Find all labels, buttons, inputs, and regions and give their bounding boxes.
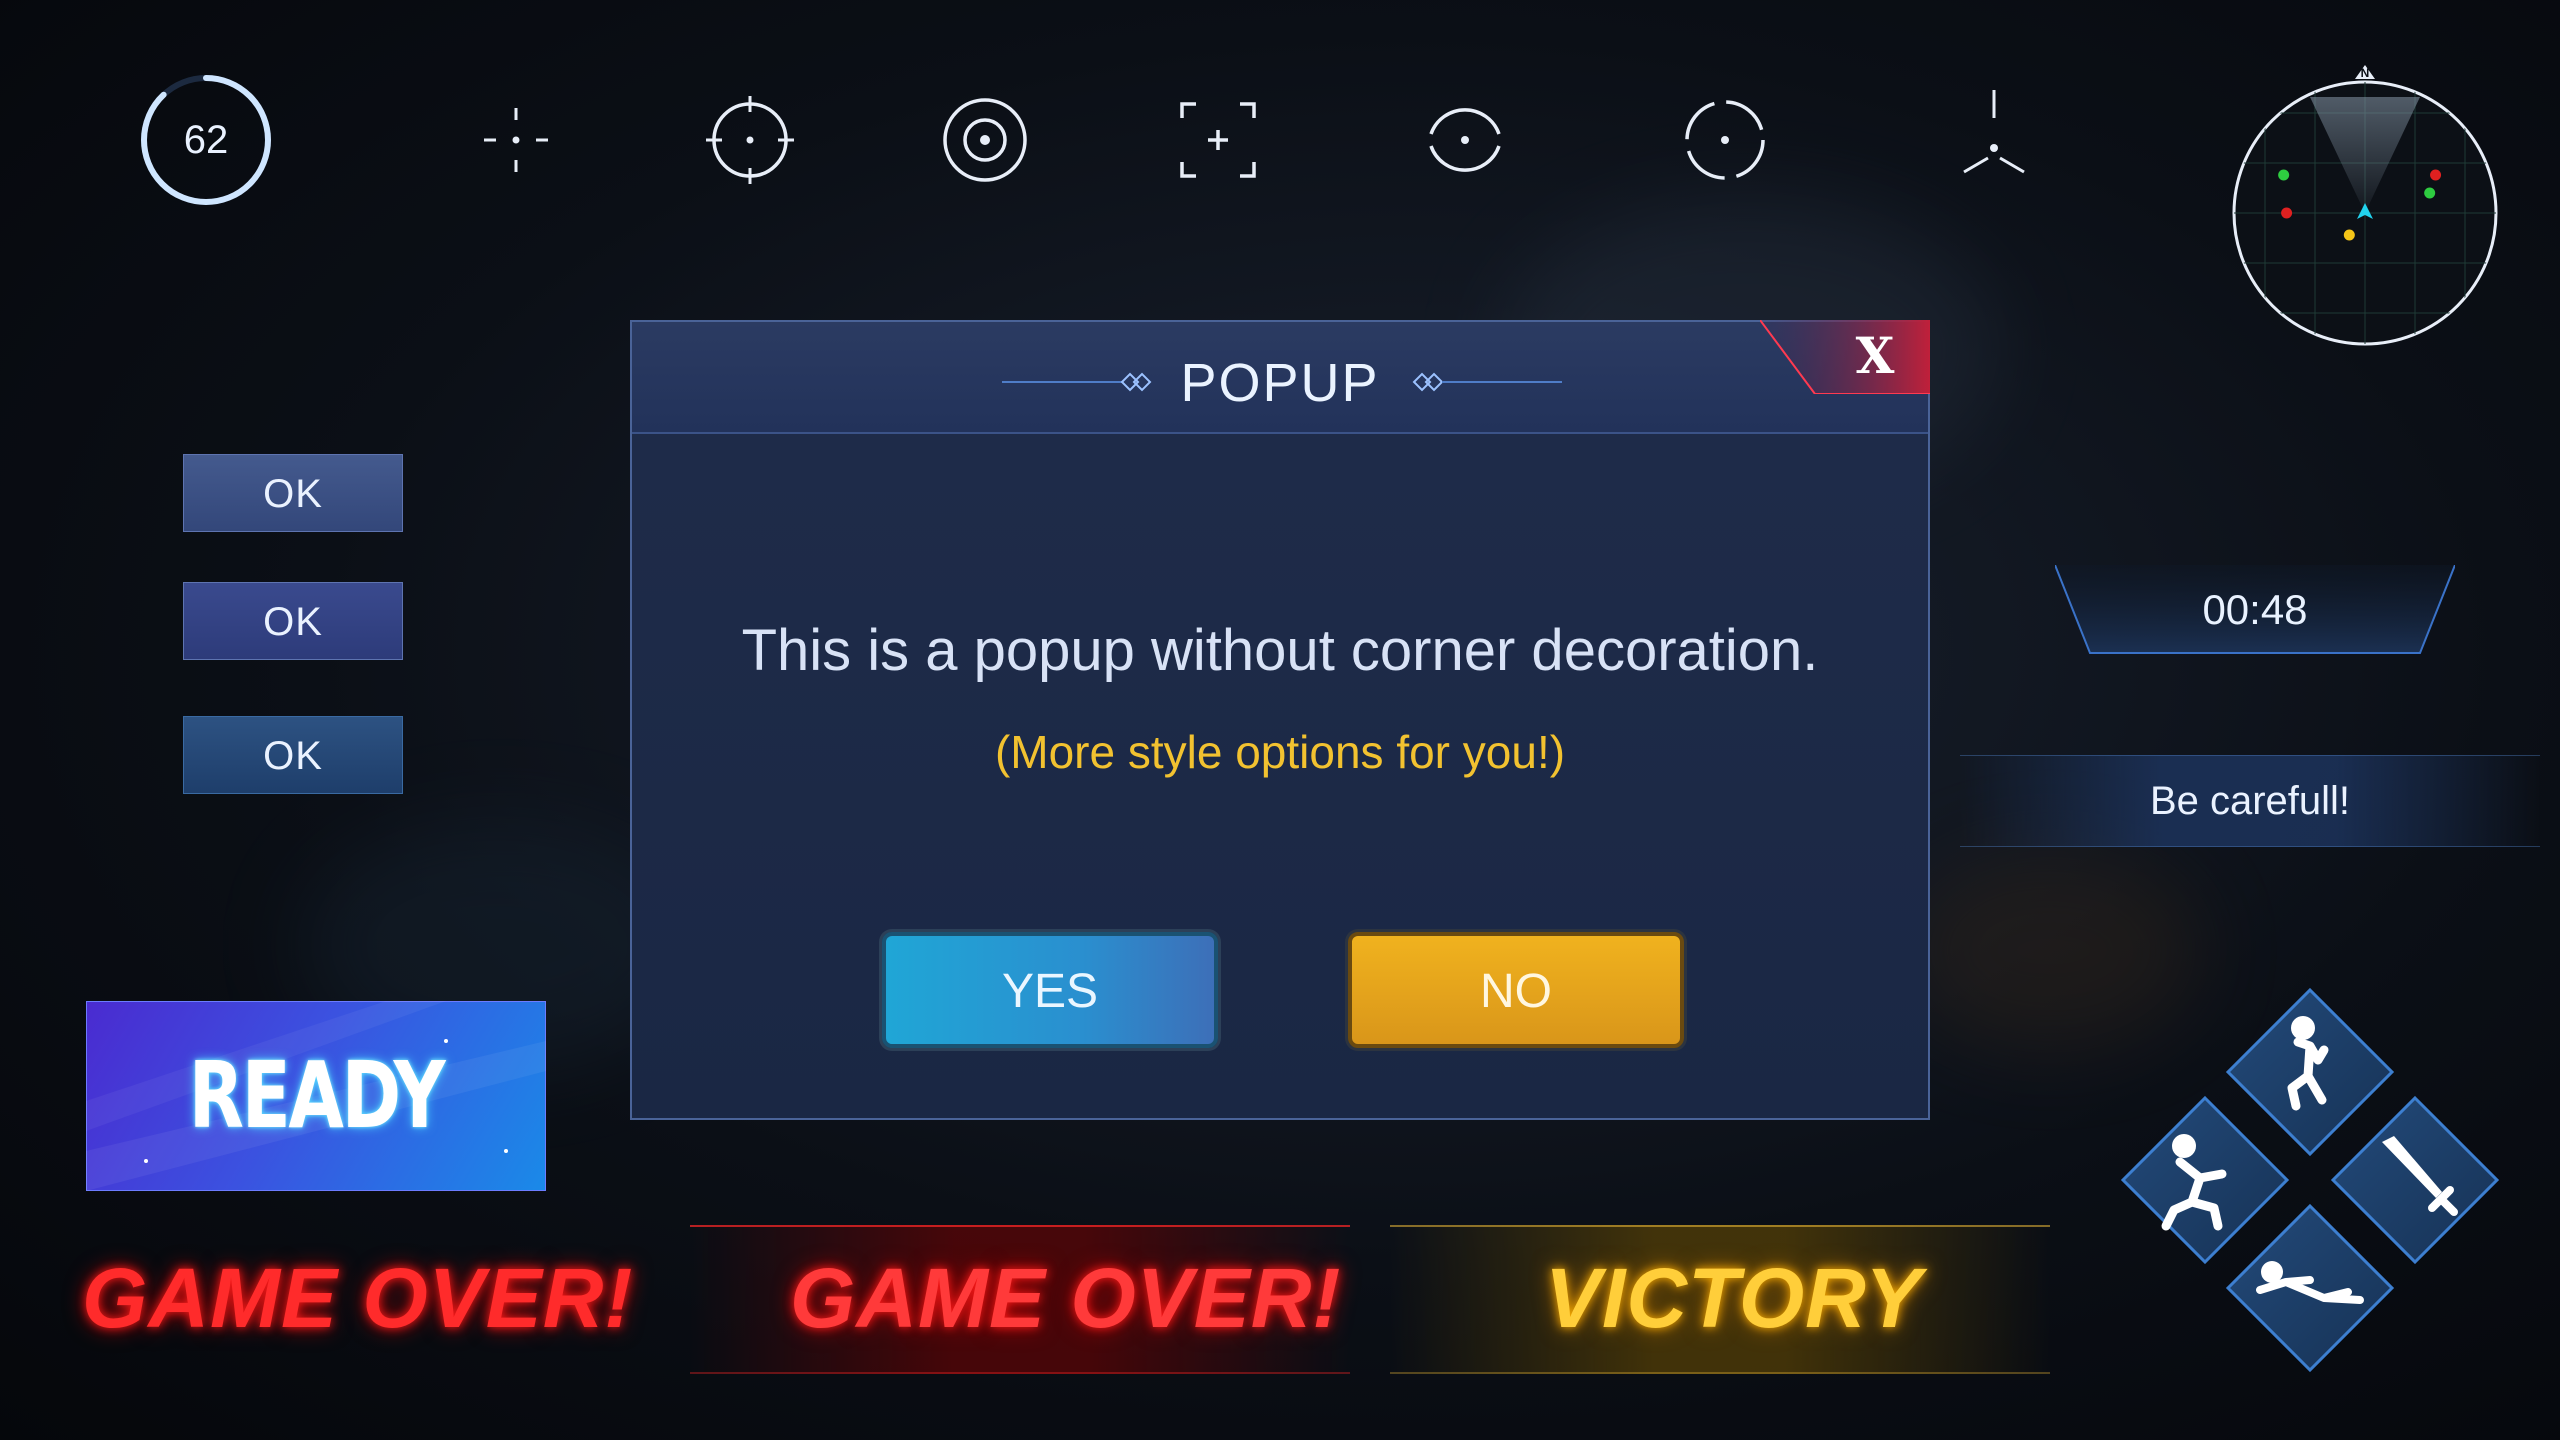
jump-icon[interactable] — [2225, 987, 2395, 1157]
popup-subtext: (More style options for you!) — [994, 726, 1566, 778]
ok-button-3[interactable]: OK — [183, 716, 403, 794]
close-button[interactable]: X — [1760, 320, 1930, 394]
warning-message: Be carefull! — [1960, 755, 2540, 847]
ready-go-banner: READY GO! — [86, 1001, 546, 1191]
ok-button-2[interactable]: OK — [183, 582, 403, 660]
radar-minimap[interactable]: N — [2225, 55, 2505, 355]
crosshair-double-circle-icon[interactable] — [935, 90, 1035, 190]
timer: 00:48 — [2202, 586, 2308, 633]
no-button[interactable]: NO — [1348, 932, 1684, 1048]
ready-go-text: READY GO! — [188, 1042, 446, 1149]
game-over-text-2: GAME OVER! — [790, 1251, 1342, 1345]
yes-button[interactable]: YES — [882, 932, 1218, 1048]
crosshair-bracket-icon[interactable] — [1168, 90, 1268, 190]
popup-dialog: POPUP X This is a popup without corner d… — [630, 320, 1930, 1120]
sword-icon[interactable] — [2330, 1095, 2500, 1265]
crouch-icon[interactable] — [2120, 1095, 2290, 1265]
radar-blip — [2281, 207, 2293, 219]
close-icon: X — [1855, 326, 1895, 385]
radar-north-label: N — [2361, 66, 2370, 80]
crosshair-tripod-icon[interactable] — [1944, 90, 2044, 190]
victory-text: VICTORY — [1545, 1251, 1923, 1345]
popup-body-text: This is a popup without corner decoratio… — [741, 618, 1819, 683]
prone-icon[interactable] — [2225, 1203, 2395, 1373]
popup-title: POPUP — [1180, 353, 1380, 413]
crosshair-dashed-icon[interactable] — [466, 90, 566, 190]
crosshair-circle-icon[interactable] — [700, 90, 800, 190]
popup-header: POPUP — [632, 322, 1928, 434]
game-over-text-1: GAME OVER! — [82, 1251, 634, 1345]
ok-button-1[interactable]: OK — [183, 454, 403, 532]
radar-blip — [2424, 187, 2436, 199]
crosshair-split-circle-icon[interactable] — [1415, 90, 1515, 190]
ammo-count: 62 — [183, 118, 229, 162]
radar-blip — [2430, 169, 2442, 181]
skill-pad — [2120, 987, 2500, 1373]
radar-blip — [2343, 229, 2355, 241]
radar-blip — [2278, 169, 2290, 181]
crosshair-dashed-circle-icon[interactable] — [1675, 90, 1775, 190]
